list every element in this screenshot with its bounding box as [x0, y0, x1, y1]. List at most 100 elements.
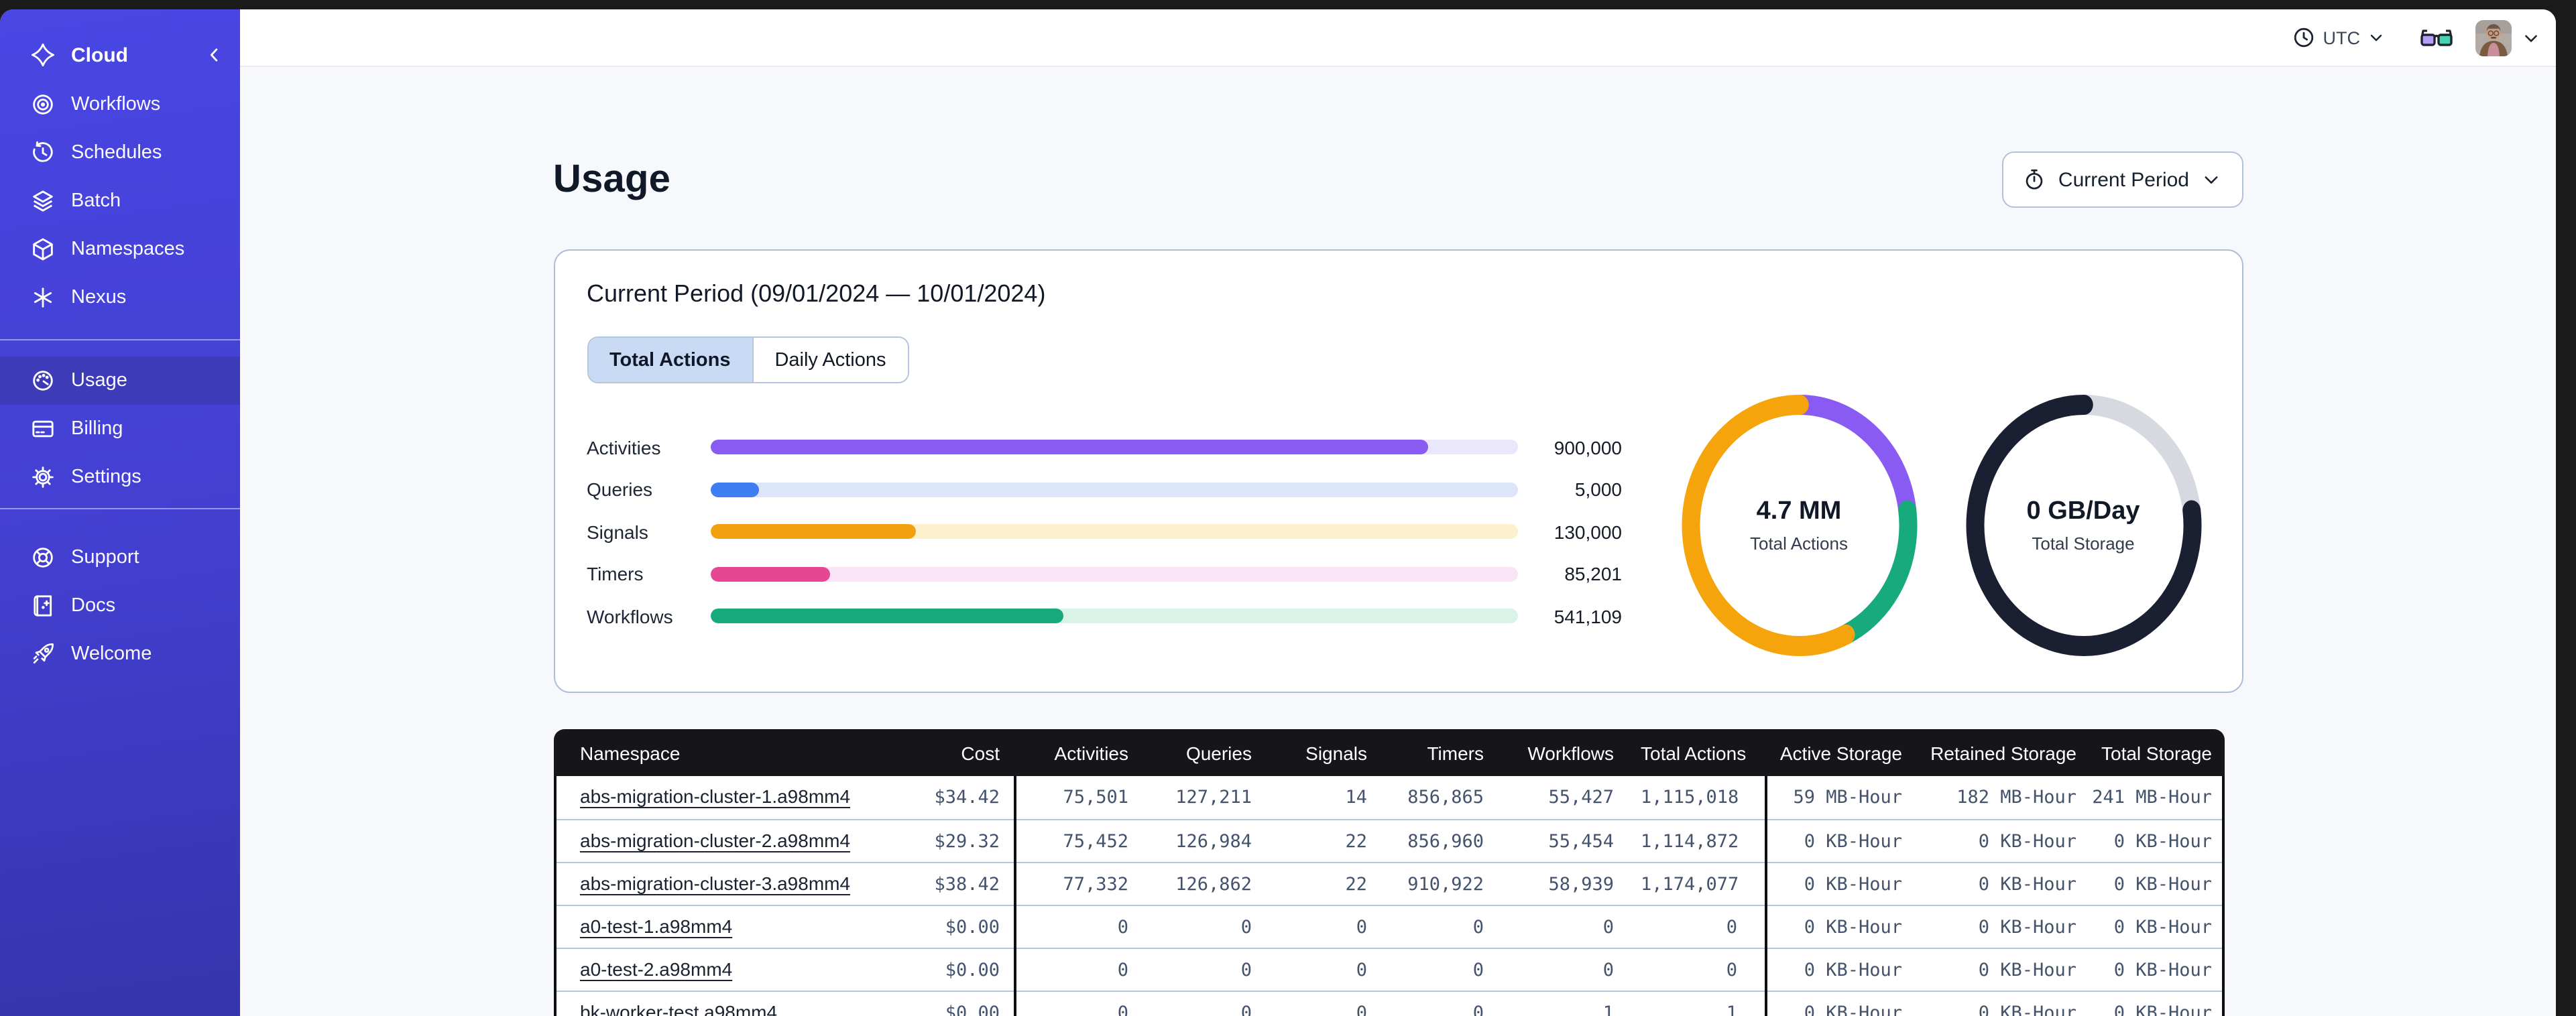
cell-activities: 77,332	[1063, 873, 1128, 895]
glasses-icon	[2420, 29, 2453, 46]
cell-workflows: 1	[1602, 1002, 1614, 1016]
cell-activities: 0	[1117, 916, 1128, 938]
table-row: a0-test-2.a98mm4 $0.00 0 0 0 0 0 0 0 KB-Hour 0 KB…	[553, 948, 2224, 991]
column-header-queries: Queries	[1185, 742, 1252, 763]
chevron-down-icon	[2370, 34, 2382, 42]
bar-row-workflows: Workflows 541,109	[587, 595, 1622, 637]
donut-label: Total Actions	[1750, 533, 1848, 554]
cell-namespace: bk-worker-test.a98mm4	[553, 1001, 875, 1016]
batch-icon	[33, 190, 53, 212]
avatar[interactable]	[2475, 19, 2512, 56]
bar-row-timers: Timers 85,201	[587, 553, 1622, 595]
sidebar-item-settings[interactable]: Settings	[0, 453, 240, 501]
cell-total-storage: 0 KB-Hour	[2113, 959, 2212, 980]
billing-icon	[32, 420, 54, 438]
cell-active-storage: 0 KB-Hour	[1804, 830, 1902, 852]
cell-workflows: 55,454	[1548, 830, 1614, 852]
cell-total-actions: 1,114,872	[1641, 830, 1739, 852]
sidebar-nav-main: Workflows Schedules Batch Namespaces Nex…	[0, 80, 240, 322]
namespace-link[interactable]: abs-migration-cluster-3.a98mm4	[580, 872, 850, 893]
feedback-glasses-button[interactable]	[2419, 27, 2454, 48]
cell-activities: 75,501	[1063, 787, 1128, 808]
cell-total-storage: 0 KB-Hour	[2113, 830, 2212, 852]
cell-total-actions: 0	[1726, 959, 1737, 980]
period-selector-button[interactable]: Current Period	[2001, 151, 2243, 208]
content: Usage Current Period Current Period (09/…	[240, 67, 2556, 1016]
timezone-dropdown[interactable]: UTC	[2291, 21, 2388, 54]
sidebar-item-workflows[interactable]: Workflows	[0, 80, 240, 129]
column-header-total-actions: Total Actions	[1641, 742, 1747, 763]
table-row: abs-migration-cluster-1.a98mm4 $34.42 75,5…	[553, 776, 2224, 819]
cell-signals: 22	[1345, 873, 1367, 895]
tab-daily-actions[interactable]: Daily Actions	[752, 338, 908, 382]
cell-queries: 0	[1240, 916, 1252, 938]
table-row: abs-migration-cluster-3.a98mm4 $38.42 77,3…	[553, 862, 2224, 905]
column-header-timers: Timers	[1427, 742, 1484, 763]
avatar-image	[2475, 19, 2512, 56]
sidebar-item-docs[interactable]: Docs	[0, 582, 240, 630]
namespace-usage-table: Namespace Cost Activities Queries Signals Tim…	[553, 729, 2224, 1016]
namespace-link[interactable]: bk-worker-test.a98mm4	[580, 1001, 777, 1016]
usage-icon	[33, 371, 53, 391]
sidebar-item-namespaces[interactable]: Namespaces	[0, 225, 240, 273]
cloud-brand[interactable]: Cloud	[0, 31, 240, 79]
donut-value: 0 GB/Day	[2026, 497, 2140, 525]
namespace-link[interactable]: abs-migration-cluster-2.a98mm4	[580, 829, 850, 850]
sidebar-item-label: Welcome	[71, 643, 152, 665]
docs-icon	[34, 595, 52, 617]
topbar: UTC	[240, 9, 2556, 67]
bar-value: 900,000	[1554, 436, 1622, 458]
page-title: Usage	[553, 157, 671, 200]
cell-namespace: abs-migration-cluster-3.a98mm4	[553, 872, 875, 896]
cell-timers: 0	[1472, 959, 1484, 980]
namespace-link[interactable]: a0-test-1.a98mm4	[580, 915, 732, 936]
cell-workflows: 0	[1602, 959, 1614, 980]
sidebar-item-batch[interactable]: Batch	[0, 177, 240, 225]
cell-total-storage: 0 KB-Hour	[2113, 873, 2212, 895]
actions-tabs: Total Actions Daily Actions	[587, 336, 909, 383]
cell-total-storage: 0 KB-Hour	[2113, 1002, 2212, 1016]
column-header-active-storage: Active Storage	[1779, 742, 1902, 763]
cell-workflows: 55,427	[1548, 787, 1614, 808]
usage-bar-chart: Activities 900,000 Queries 5,000 Signals 130,…	[587, 426, 1622, 637]
cell-signals: 0	[1356, 959, 1367, 980]
brand-label: Cloud	[71, 44, 128, 66]
account-menu-button[interactable]	[2522, 29, 2540, 46]
bar-track	[710, 440, 1517, 455]
cell-activities: 0	[1117, 959, 1128, 980]
sidebar-item-support[interactable]: Support	[0, 533, 240, 582]
table-right-border	[2221, 776, 2224, 1016]
cell-timers: 0	[1472, 916, 1484, 938]
cell-active-storage: 0 KB-Hour	[1804, 1002, 1902, 1016]
bar-label: Timers	[587, 563, 644, 585]
sidebar: Cloud Workflows Schedules Batch Namespac…	[0, 9, 240, 1016]
support-icon	[33, 548, 53, 568]
sidebar-item-label: Billing	[71, 418, 123, 440]
table-left-border	[553, 776, 556, 1016]
cell-signals: 0	[1356, 1002, 1367, 1016]
namespace-link[interactable]: abs-migration-cluster-1.a98mm4	[580, 785, 850, 807]
namespace-link[interactable]: a0-test-2.a98mm4	[580, 958, 732, 979]
settings-icon	[32, 466, 54, 488]
sidebar-item-label: Batch	[71, 190, 121, 212]
bar-value: 541,109	[1554, 605, 1622, 627]
column-divider	[1764, 776, 1767, 1016]
bar-fill	[710, 482, 759, 497]
nexus-icon	[34, 288, 52, 308]
period-selector-label: Current Period	[2058, 168, 2189, 191]
sidebar-item-label: Namespaces	[71, 239, 185, 260]
sidebar-item-usage[interactable]: Usage	[0, 357, 240, 405]
cloud-logo-icon	[31, 43, 55, 67]
sidebar-collapse-button[interactable]	[205, 46, 224, 64]
donut-center: 4.7 MM Total Actions	[1678, 391, 1920, 659]
sidebar-item-schedules[interactable]: Schedules	[0, 129, 240, 177]
cell-active-storage: 0 KB-Hour	[1804, 916, 1902, 938]
cell-queries: 0	[1240, 1002, 1252, 1016]
sidebar-divider	[0, 339, 240, 340]
sidebar-item-billing[interactable]: Billing	[0, 405, 240, 453]
sidebar-item-nexus[interactable]: Nexus	[0, 273, 240, 322]
sidebar-item-welcome[interactable]: Welcome	[0, 630, 240, 678]
sidebar-item-label: Settings	[71, 466, 141, 488]
tab-total-actions[interactable]: Total Actions	[588, 338, 752, 382]
cell-total-actions: 1	[1726, 1002, 1737, 1016]
